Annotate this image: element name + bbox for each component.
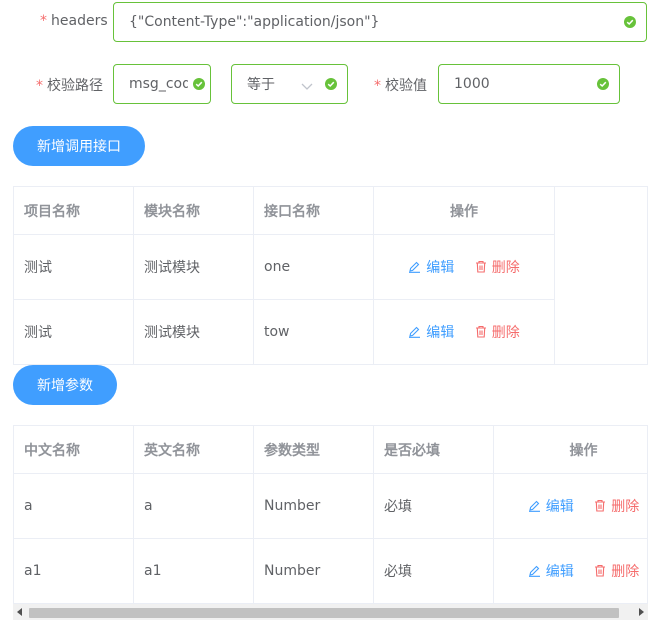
table-row: 测试 测试模块 one 编辑 删除 bbox=[13, 234, 555, 300]
module-name-cell: 测试模块 bbox=[133, 234, 254, 300]
delete-button[interactable]: 删除 bbox=[594, 496, 639, 516]
horizontal-scrollbar[interactable] bbox=[13, 603, 648, 620]
check-circle-icon bbox=[325, 78, 337, 90]
interface-name-cell: tow bbox=[253, 299, 374, 365]
table-header-row: 项目名称 模块名称 接口名称 操作 bbox=[13, 186, 555, 235]
module-name-cell: 测试模块 bbox=[133, 299, 254, 365]
delete-button[interactable]: 删除 bbox=[594, 561, 639, 581]
delete-button[interactable]: 删除 bbox=[475, 257, 520, 277]
column-header: 项目名称 bbox=[13, 186, 134, 235]
column-header: 英文名称 bbox=[133, 425, 254, 474]
check-value-label: * 校验值 bbox=[374, 78, 427, 94]
required-cell: 必填 bbox=[373, 538, 494, 604]
cn-name-cell: a bbox=[14, 473, 134, 539]
trash-icon bbox=[595, 565, 606, 577]
edit-icon bbox=[409, 261, 421, 274]
table-header-row: 中文名称 英文名称 参数类型 是否必填 操作 bbox=[14, 425, 647, 474]
headers-input[interactable]: {"Content-Type":"application/json"} bbox=[113, 2, 647, 42]
column-header: 参数类型 bbox=[253, 425, 374, 474]
edit-button[interactable]: 编辑 bbox=[528, 496, 574, 516]
check-value-input[interactable]: 1000 bbox=[438, 64, 620, 104]
en-name-cell: a1 bbox=[133, 538, 254, 604]
edit-button[interactable]: 编辑 bbox=[408, 322, 454, 342]
actions-cell: 编辑 删除 bbox=[373, 234, 555, 300]
check-path-input[interactable]: msg_code bbox=[113, 64, 211, 104]
interface-name-cell: one bbox=[253, 234, 374, 300]
param-type-cell: Number bbox=[253, 473, 374, 539]
cn-name-cell: a1 bbox=[14, 538, 134, 604]
scroll-right-arrow-icon[interactable] bbox=[639, 608, 644, 616]
column-header: 中文名称 bbox=[14, 425, 134, 474]
trash-icon bbox=[595, 500, 606, 512]
param-table-frame: 中文名称 英文名称 参数类型 是否必填 操作 a a Number 必填 编辑 bbox=[13, 425, 648, 605]
table-row: 测试 测试模块 tow 编辑 删除 bbox=[13, 299, 555, 365]
operator-select[interactable]: 等于 bbox=[231, 64, 348, 104]
delete-button[interactable]: 删除 bbox=[475, 322, 520, 342]
check-circle-icon bbox=[597, 78, 609, 90]
headers-label: * headers bbox=[40, 13, 108, 29]
table-row: a1 a1 Number 必填 编辑 删除 bbox=[14, 538, 647, 604]
scroll-left-arrow-icon[interactable] bbox=[17, 608, 22, 616]
project-name-cell: 测试 bbox=[13, 299, 134, 365]
actions-cell: 编辑 删除 bbox=[493, 538, 647, 604]
column-header: 接口名称 bbox=[253, 186, 374, 235]
edit-icon bbox=[528, 500, 540, 513]
interface-table: 项目名称 模块名称 接口名称 操作 测试 测试模块 one 编辑 删除 测试 测… bbox=[13, 186, 555, 365]
check-circle-icon bbox=[193, 78, 205, 90]
chevron-down-icon bbox=[301, 79, 313, 95]
edit-icon bbox=[409, 326, 421, 339]
param-type-cell: Number bbox=[253, 538, 374, 604]
table-row: a a Number 必填 编辑 删除 bbox=[14, 473, 647, 539]
trash-icon bbox=[475, 261, 486, 273]
check-path-label: * 校验路径 bbox=[36, 78, 103, 94]
edit-icon bbox=[528, 565, 540, 578]
edit-button[interactable]: 编辑 bbox=[408, 257, 454, 277]
column-header: 操作 bbox=[493, 425, 647, 474]
scroll-thumb[interactable] bbox=[29, 608, 619, 618]
edit-button[interactable]: 编辑 bbox=[528, 561, 574, 581]
add-interface-button[interactable]: 新增调用接口 bbox=[13, 126, 145, 166]
param-table: 中文名称 英文名称 参数类型 是否必填 操作 a a Number 必填 编辑 bbox=[14, 425, 647, 604]
en-name-cell: a bbox=[133, 473, 254, 539]
add-param-button[interactable]: 新增参数 bbox=[13, 365, 117, 405]
column-header: 是否必填 bbox=[373, 425, 494, 474]
required-cell: 必填 bbox=[373, 473, 494, 539]
column-header: 模块名称 bbox=[133, 186, 254, 235]
column-header: 操作 bbox=[373, 186, 555, 235]
check-circle-icon bbox=[624, 16, 636, 28]
project-name-cell: 测试 bbox=[13, 234, 134, 300]
trash-icon bbox=[475, 326, 486, 338]
actions-cell: 编辑 删除 bbox=[373, 299, 555, 365]
actions-cell: 编辑 删除 bbox=[493, 473, 647, 539]
